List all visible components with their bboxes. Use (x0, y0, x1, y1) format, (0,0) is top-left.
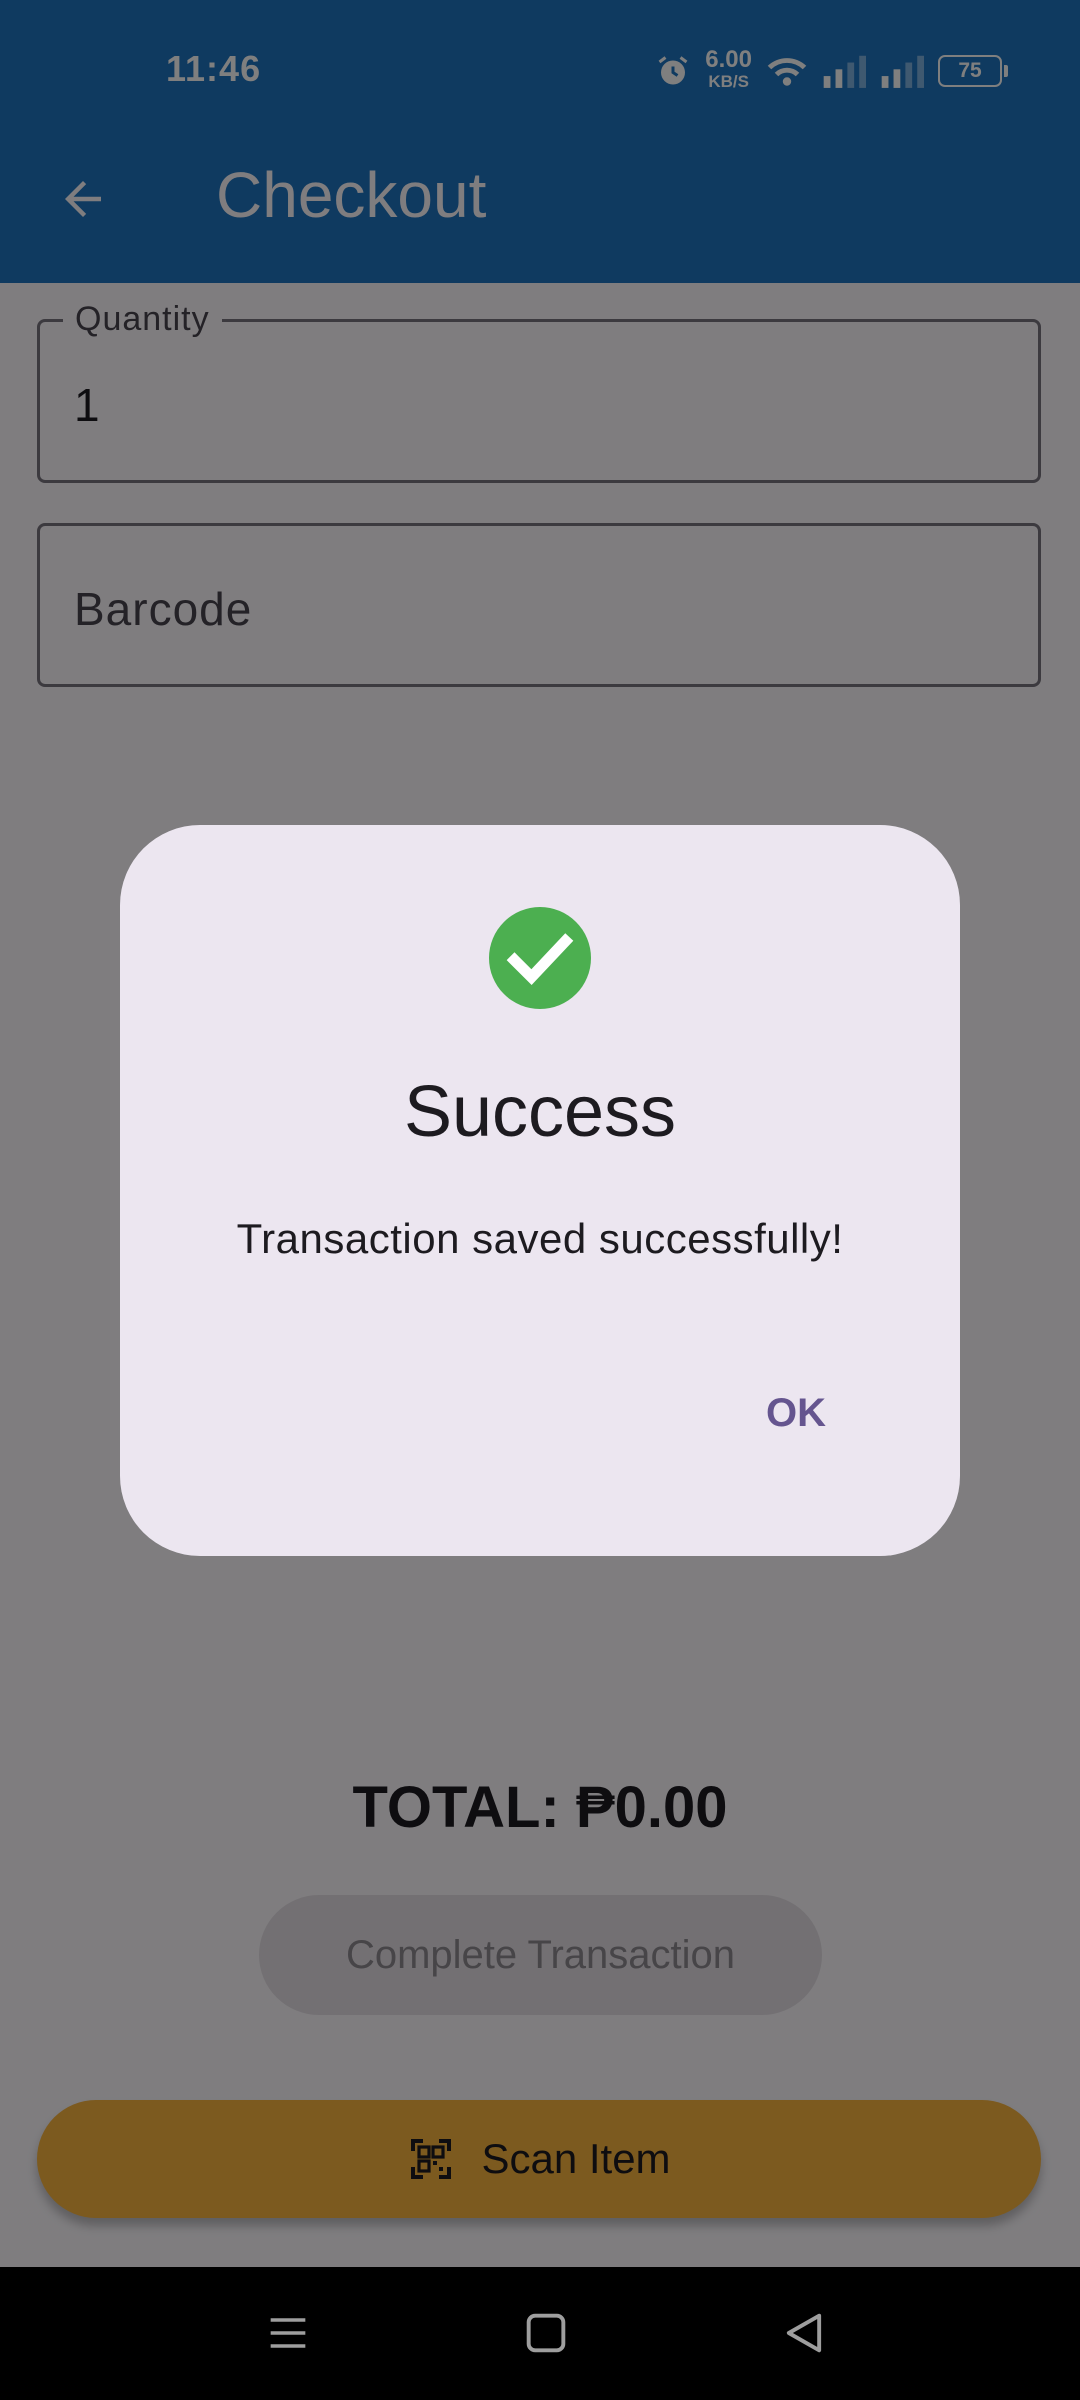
check-circle-icon (489, 907, 591, 1009)
menu-icon[interactable] (262, 2307, 314, 2359)
ok-button[interactable]: OK (746, 1381, 846, 1446)
back-icon[interactable] (778, 2307, 830, 2359)
home-icon[interactable] (520, 2307, 572, 2359)
dialog-title: Success (403, 1072, 677, 1152)
dialog-message: Transaction saved successfully! (236, 1215, 844, 1262)
system-nav-bar (0, 2267, 1080, 2400)
success-dialog: Success Transaction saved successfully! … (120, 825, 960, 1556)
